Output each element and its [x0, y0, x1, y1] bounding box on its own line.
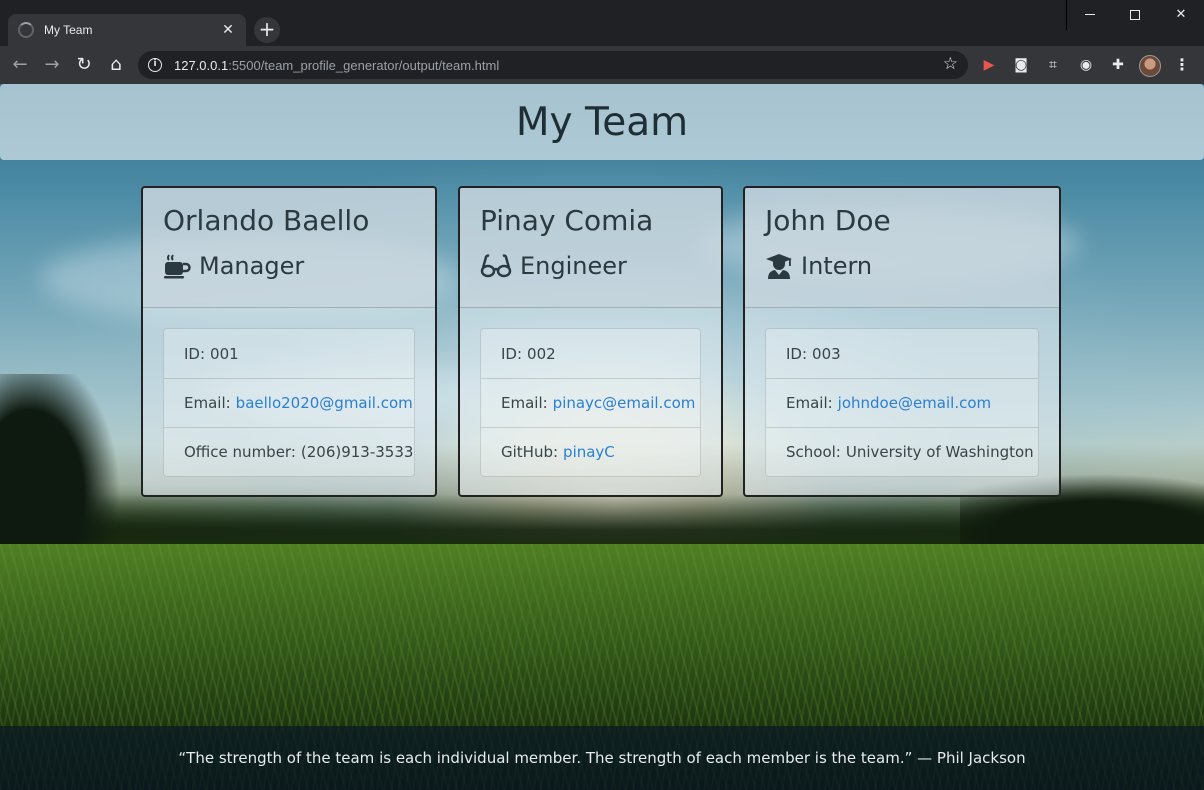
url-path: :5500/team_profile_generator/output/team… [228, 57, 500, 73]
role-label: Engineer [520, 252, 627, 280]
employee-role: Manager [163, 248, 415, 284]
email-item: Email: johndoe@email.com [766, 378, 1038, 427]
mug-icon [164, 254, 191, 279]
email-link[interactable]: baello2020@gmail.com [236, 394, 413, 412]
email-label: Email: [184, 394, 231, 412]
email-label: Email: [786, 394, 833, 412]
card-body: ID: 002 Email: pinayc@email.com GitHub: … [460, 308, 721, 477]
url-host: 127.0.0.1 [174, 57, 229, 73]
extension-circle-icon[interactable]: ◉ [1076, 55, 1096, 75]
role-label: Intern [801, 252, 873, 280]
id-label: ID: [501, 344, 523, 363]
employee-card-manager: Orlando Baello Manager ID: 001 Email: ba… [141, 186, 437, 497]
id-value: 003 [812, 344, 841, 363]
employee-name: Pinay Comia [480, 204, 654, 237]
id-label: ID: [786, 344, 808, 363]
email-item: Email: baello2020@gmail.com [164, 378, 414, 427]
employee-card-engineer: Pinay Comia Engineer ID: 002 Email: pina… [458, 186, 723, 497]
employee-role: Intern [765, 248, 1039, 284]
browser-toolbar: ← → ↻ ⌂ i 127.0.0.1:5500/team_profile_ge… [0, 46, 1204, 84]
tab-title: My Team [44, 23, 93, 37]
browser-tab[interactable]: My Team ✕ [8, 14, 246, 46]
id-item: ID: 003 [766, 329, 1038, 378]
page-title: My Team [515, 99, 689, 145]
info-list: ID: 001 Email: baello2020@gmail.com Offi… [163, 328, 415, 477]
school-label: School: [786, 443, 841, 461]
school-item: School: University of Washington [766, 427, 1038, 476]
forward-arrow-icon[interactable]: → [39, 52, 65, 78]
employee-name: John Doe [765, 204, 891, 237]
site-info-icon[interactable]: i [148, 58, 162, 72]
role-label: Manager [199, 252, 305, 280]
footer-quote: “The strength of the team is each indivi… [178, 749, 1026, 767]
office-number-item: Office number: (206)913-3533 [164, 427, 414, 476]
card-body: ID: 003 Email: johndoe@email.com School:… [745, 308, 1059, 477]
card-header: Orlando Baello Manager [143, 188, 435, 308]
office-number-label: Office number: [184, 443, 296, 461]
reload-icon[interactable]: ↻ [71, 52, 97, 78]
address-bar[interactable]: i 127.0.0.1:5500/team_profile_generator/… [138, 51, 968, 79]
back-arrow-icon[interactable]: ← [7, 52, 33, 78]
window-minimize-button[interactable] [1066, 0, 1112, 30]
github-item: GitHub: pinayC [481, 427, 700, 476]
page-footer: “The strength of the team is each indivi… [0, 726, 1204, 790]
profile-avatar[interactable] [1139, 55, 1161, 77]
id-value: 001 [210, 344, 239, 363]
glasses-icon [480, 254, 512, 278]
home-icon[interactable]: ⌂ [103, 52, 129, 78]
email-label: Email: [501, 394, 548, 412]
id-item: ID: 002 [481, 329, 700, 378]
window-maximize-button[interactable] [1112, 0, 1158, 30]
page-viewport: My Team Orlando Baello Manager ID: 001 E… [0, 84, 1204, 790]
school-value: University of Washington [845, 443, 1034, 461]
extension-camera-icon[interactable]: ◙ [1011, 55, 1031, 75]
bookmark-star-icon[interactable]: ☆ [943, 54, 958, 74]
github-link[interactable]: pinayC [563, 443, 615, 461]
browser-tabbar: My Team ✕ + ✕ [0, 0, 1204, 46]
window-close-button[interactable]: ✕ [1158, 0, 1204, 30]
id-item: ID: 001 [164, 329, 414, 378]
page-header: My Team [0, 84, 1204, 160]
extension-video-icon[interactable]: ▶ [979, 55, 999, 75]
id-value: 002 [527, 344, 556, 363]
card-header: John Doe Intern [745, 188, 1059, 308]
extension-capture-icon[interactable]: ⌗ [1043, 55, 1063, 75]
card-header: Pinay Comia Engineer [460, 188, 721, 308]
card-body: ID: 001 Email: baello2020@gmail.com Offi… [143, 308, 435, 477]
employee-role: Engineer [480, 248, 701, 284]
extensions-puzzle-icon[interactable]: ✚ [1108, 55, 1128, 75]
loading-favicon-icon [18, 22, 34, 38]
employee-card-intern: John Doe Intern ID: 003 Email: johndoe@e… [743, 186, 1061, 497]
new-tab-button[interactable]: + [254, 17, 280, 43]
github-label: GitHub: [501, 443, 559, 461]
info-list: ID: 003 Email: johndoe@email.com School:… [765, 328, 1039, 477]
id-label: ID: [184, 344, 206, 363]
info-list: ID: 002 Email: pinayc@email.com GitHub: … [480, 328, 701, 477]
email-link[interactable]: johndoe@email.com [838, 394, 991, 412]
email-link[interactable]: pinayc@email.com [553, 394, 696, 412]
email-item: Email: pinayc@email.com [481, 378, 700, 427]
browser-menu-icon[interactable]: ⋮ [1172, 55, 1192, 75]
office-number-value: (206)913-3533 [300, 443, 414, 461]
employee-name: Orlando Baello [163, 204, 370, 237]
tab-close-icon[interactable]: ✕ [220, 22, 236, 38]
graduate-icon [766, 254, 792, 279]
